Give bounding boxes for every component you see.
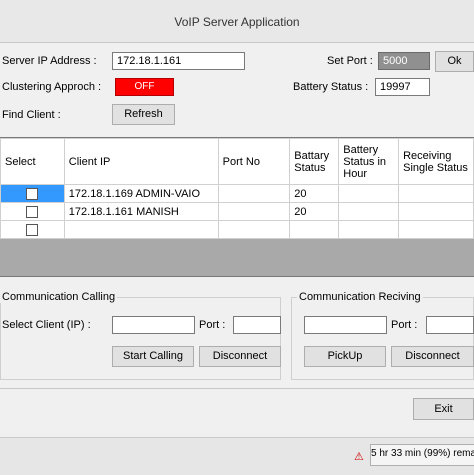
battery-status-label: Battery Status :	[293, 81, 369, 93]
receiving-status-cell[interactable]	[398, 220, 474, 239]
port-cell[interactable]	[217, 184, 291, 203]
receiving-client-input[interactable]	[304, 316, 387, 334]
column-header-port-no[interactable]: Port No	[217, 138, 291, 185]
client-ip-cell[interactable]: 172.18.1.161 MANISH	[63, 202, 219, 221]
client-grid: Select Client IP Port No Battary Status …	[0, 137, 474, 277]
start-calling-button[interactable]: Start Calling	[112, 346, 194, 367]
calling-group-title: Communication Calling	[0, 291, 118, 303]
server-ip-field[interactable]: 172.18.1.161	[112, 52, 245, 70]
column-header-battery-status[interactable]: Battary Status	[289, 138, 340, 185]
set-port-field[interactable]: 5000	[378, 52, 430, 70]
battery-tooltip: 5 hr 33 min (99%) remaining	[370, 444, 474, 466]
row-select-cell[interactable]	[0, 220, 65, 239]
column-header-select[interactable]: Select	[0, 138, 65, 185]
refresh-button[interactable]: Refresh	[112, 104, 175, 125]
set-port-label: Set Port :	[327, 55, 373, 67]
receiving-status-cell[interactable]	[398, 184, 474, 203]
row-select-cell[interactable]	[0, 202, 65, 221]
network-error-icon[interactable]: ⚠	[354, 450, 364, 463]
client-ip-cell[interactable]: 172.18.1.169 ADMIN-VAIO	[63, 184, 219, 203]
title-bar: VoIP Server Application	[0, 0, 474, 43]
clustering-toggle[interactable]: OFF	[115, 78, 174, 96]
calling-port-label: Port :	[199, 319, 226, 331]
table-row[interactable]: 172.18.1.169 ADMIN-VAIO 20	[0, 184, 474, 203]
receiving-port-input[interactable]	[426, 316, 474, 334]
row-checkbox[interactable]	[26, 187, 39, 200]
column-header-client-ip[interactable]: Client IP	[63, 138, 219, 185]
find-client-label: Find Client :	[2, 109, 61, 121]
battery-cell[interactable]	[289, 220, 340, 239]
ok-button[interactable]: Ok	[435, 51, 474, 72]
port-cell[interactable]	[217, 220, 291, 239]
column-header-receiving-status[interactable]: Receiving Single Status	[398, 138, 474, 185]
table-row[interactable]: 172.18.1.161 MANISH 20	[0, 202, 474, 221]
receiving-disconnect-button[interactable]: Disconnect	[391, 346, 474, 367]
exit-button[interactable]: Exit	[413, 398, 474, 420]
server-ip-label: Server IP Address :	[2, 55, 97, 67]
row-checkbox[interactable]	[26, 205, 39, 218]
row-checkbox[interactable]	[26, 223, 39, 236]
battery-cell[interactable]: 20	[289, 184, 340, 203]
window-title: VoIP Server Application	[174, 15, 300, 29]
battery-cell[interactable]: 20	[289, 202, 340, 221]
client-ip-cell[interactable]	[63, 220, 219, 239]
table-header-row: Select Client IP Port No Battary Status …	[0, 138, 474, 185]
receiving-port-label: Port :	[391, 319, 418, 331]
clustering-label: Clustering Approch :	[2, 81, 102, 93]
battery-hours-cell[interactable]	[338, 202, 400, 221]
receiving-status-cell[interactable]	[398, 202, 474, 221]
pickup-button[interactable]: PickUp	[304, 346, 386, 367]
calling-disconnect-button[interactable]: Disconnect	[199, 346, 281, 367]
client-table: Select Client IP Port No Battary Status …	[0, 138, 474, 239]
port-cell[interactable]	[217, 202, 291, 221]
column-header-battery-hours[interactable]: Battery Status in Hour	[338, 138, 400, 185]
battery-status-field[interactable]: 19997	[375, 78, 430, 96]
calling-port-input[interactable]	[233, 316, 281, 334]
battery-hours-cell[interactable]	[338, 220, 400, 239]
receiving-group-title: Communication Reciving	[297, 291, 423, 303]
select-client-label: Select Client (IP) :	[2, 319, 91, 331]
select-client-input[interactable]	[112, 316, 195, 334]
calling-group	[0, 297, 281, 380]
battery-hours-cell[interactable]	[338, 184, 400, 203]
table-row[interactable]	[0, 220, 474, 239]
receiving-group	[291, 297, 474, 380]
row-select-cell[interactable]	[0, 184, 65, 203]
footer-divider	[0, 388, 474, 389]
